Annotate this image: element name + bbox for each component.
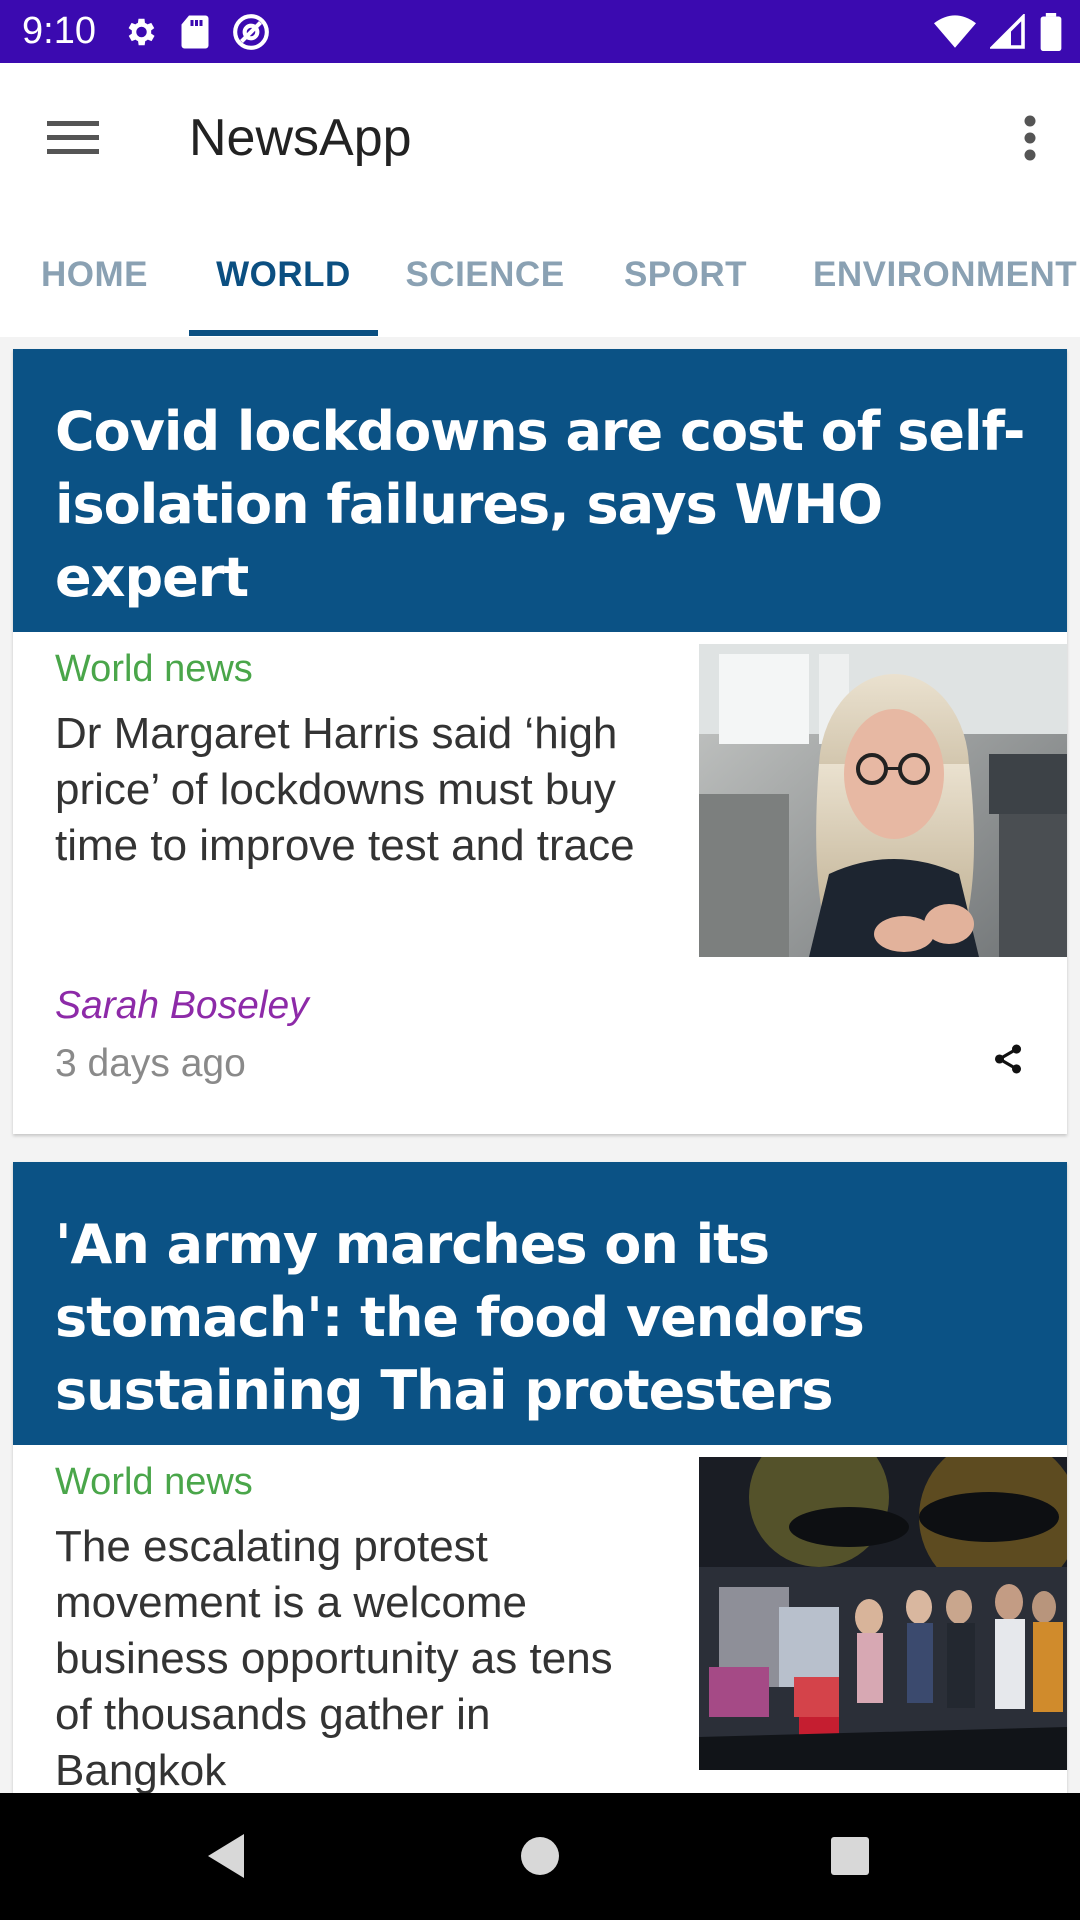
article-trail: Dr Margaret Harris said ‘high price’ of …: [55, 709, 635, 870]
tab-world[interactable]: WORLD: [189, 213, 378, 337]
status-time: 9:10: [22, 10, 96, 52]
menu-button[interactable]: [38, 108, 108, 168]
section-label: World news: [55, 1461, 253, 1503]
status-bar: 9:10: [0, 0, 1080, 63]
back-icon: [208, 1834, 244, 1878]
article-feed[interactable]: Covid lockdowns are cost of self-isolati…: [0, 337, 1080, 1793]
app-bar: NewsApp: [0, 63, 1080, 213]
home-icon: [521, 1837, 559, 1875]
wifi-icon: [934, 15, 976, 48]
nav-back-button[interactable]: [186, 1821, 266, 1891]
navigation-bar: [0, 1793, 1080, 1920]
status-icons-right: [934, 12, 1062, 52]
nav-home-button[interactable]: [500, 1821, 580, 1891]
tab-indicator: [189, 330, 378, 336]
at-sign-icon: [233, 14, 269, 50]
byline: Sarah Boseley: [55, 984, 309, 1027]
tab-bar: HOME WORLD SCIENCE SPORT ENVIRONMENT: [0, 213, 1080, 339]
share-icon: [994, 1044, 1022, 1074]
recents-icon: [831, 1837, 869, 1875]
hamburger-menu-icon: [47, 121, 99, 154]
tab-sport[interactable]: SPORT: [592, 213, 779, 337]
article-body: World news Dr Margaret Harris said ‘high…: [13, 632, 1067, 1134]
nav-recents-button[interactable]: [810, 1821, 890, 1891]
share-button[interactable]: [983, 1034, 1033, 1084]
battery-icon: [1040, 13, 1062, 51]
section-label: World news: [55, 648, 253, 690]
article-card[interactable]: 'An army marches on its stomach': the fo…: [13, 1162, 1067, 1793]
sd-card-icon: [181, 15, 209, 49]
article-card[interactable]: Covid lockdowns are cost of self-isolati…: [13, 349, 1067, 1134]
article-thumbnail[interactable]: [699, 1457, 1067, 1770]
tab-environment[interactable]: ENVIRONMENT: [779, 213, 1080, 337]
tab-home[interactable]: HOME: [0, 213, 189, 337]
more-vert-icon: [1024, 115, 1036, 161]
cell-signal-icon: [990, 14, 1025, 49]
article-trail: The escalating protest movement is a wel…: [55, 1522, 613, 1793]
article-age: 3 days ago: [55, 1042, 246, 1085]
article-thumbnail[interactable]: [699, 644, 1067, 957]
tab-science[interactable]: SCIENCE: [378, 213, 592, 337]
app-title: NewsApp: [189, 109, 412, 167]
status-icons-left: [122, 12, 270, 52]
article-headline[interactable]: 'An army marches on its stomach': the fo…: [13, 1162, 1067, 1445]
article-headline[interactable]: Covid lockdowns are cost of self-isolati…: [13, 349, 1067, 632]
overflow-menu-button[interactable]: [1000, 103, 1060, 173]
gear-icon: [128, 18, 155, 46]
article-body: World news The escalating protest moveme…: [13, 1445, 1067, 1793]
